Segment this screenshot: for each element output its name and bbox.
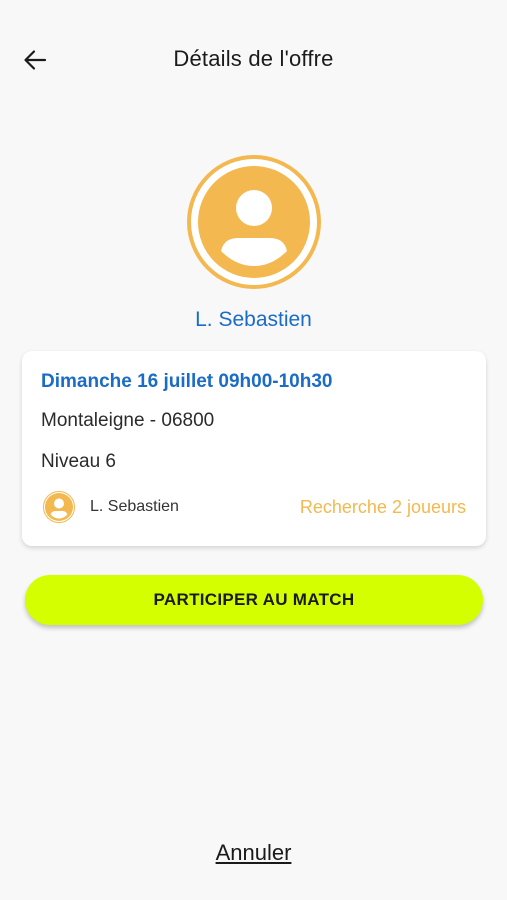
status-bar (0, 0, 507, 28)
page-title: Détails de l'offre (173, 46, 334, 71)
offer-location: Montaleigne - 06800 (41, 410, 215, 431)
participate-button[interactable]: PARTICIPER AU MATCH (25, 575, 483, 625)
organizer-avatar-icon (43, 491, 75, 523)
top-bar: Détails de l'offre (0, 36, 507, 84)
user-avatar-icon (187, 155, 321, 289)
user-name[interactable]: L. Sebastien (0, 308, 507, 332)
offer-level: Niveau 6 (41, 451, 116, 472)
cancel-link[interactable]: Annuler (0, 840, 507, 866)
organizer-name: L. Sebastien (90, 498, 179, 515)
search-status: Recherche 2 joueurs (299, 497, 466, 517)
offer-date-time: Dimanche 16 juillet 09h00-10h30 (41, 371, 333, 392)
offer-card: Dimanche 16 juillet 09h00-10h30 Montalei… (22, 351, 486, 546)
